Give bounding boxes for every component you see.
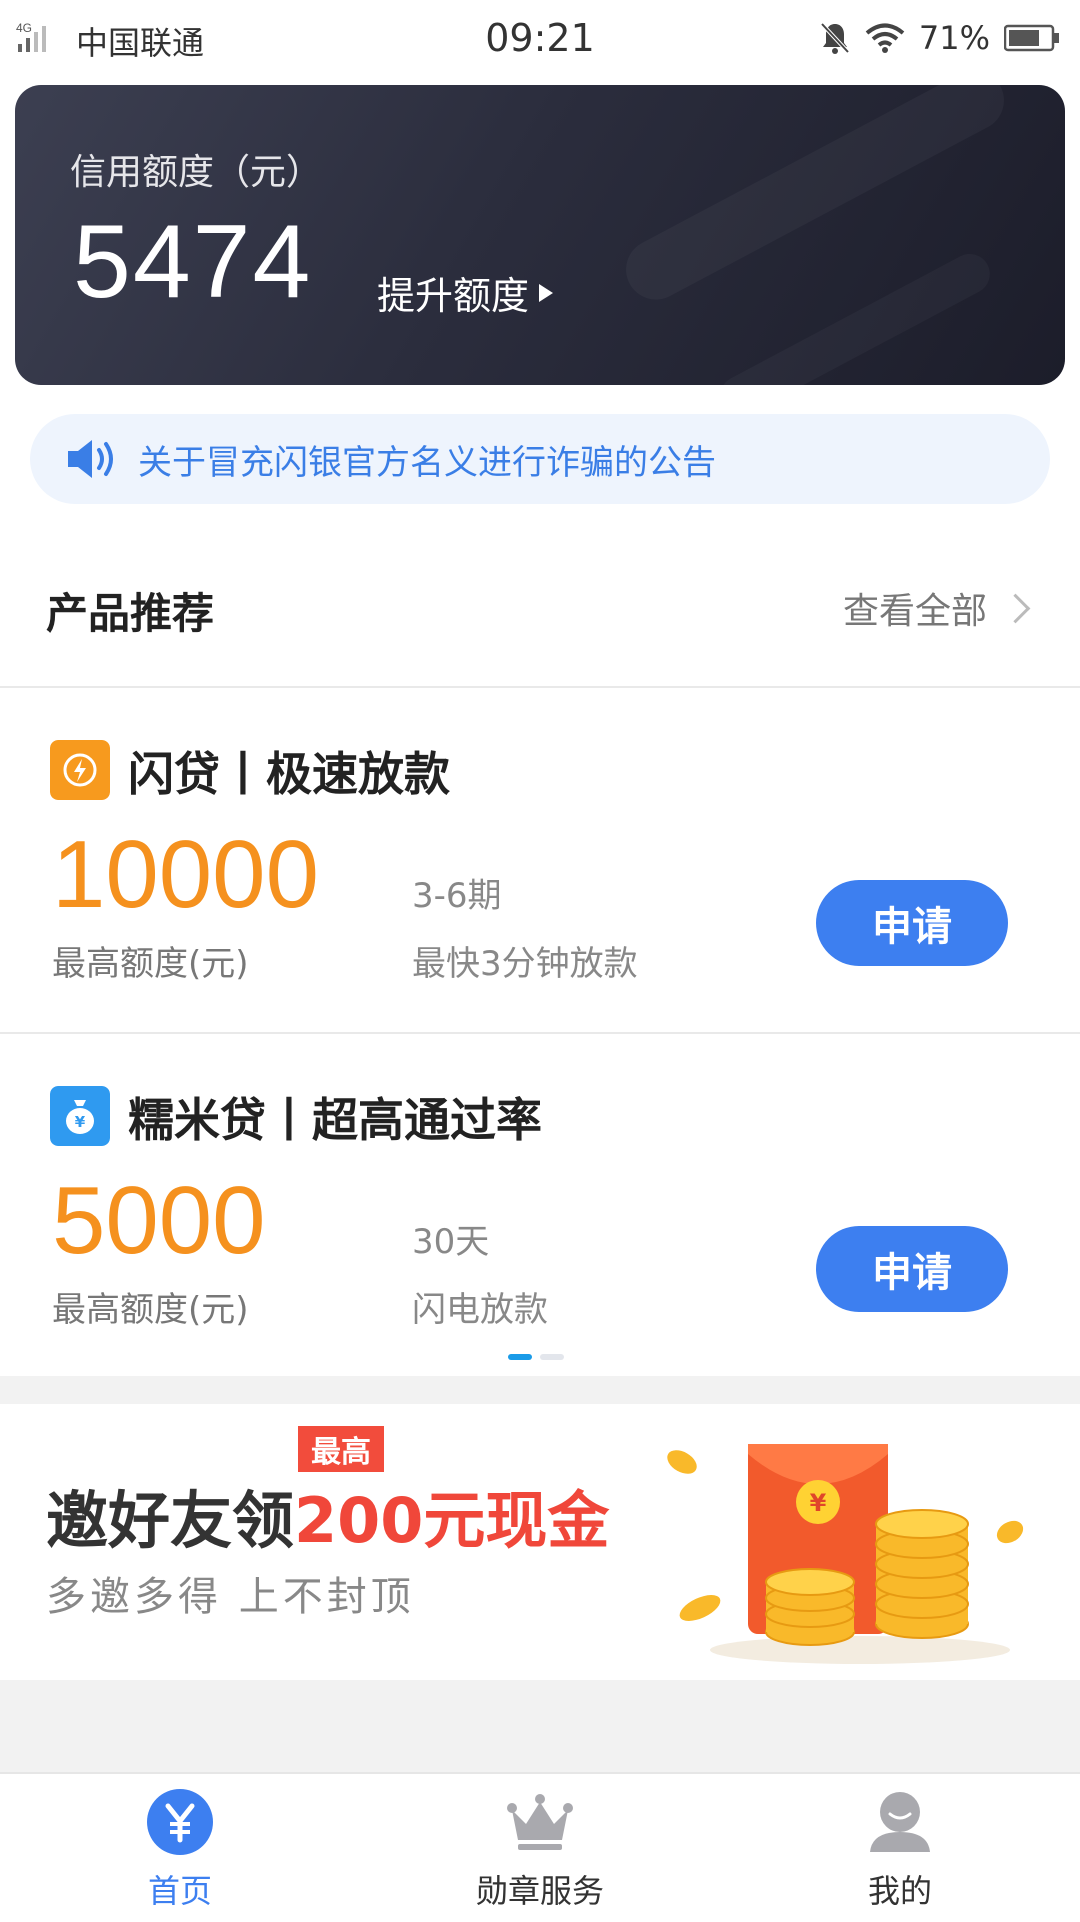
- banner-title: 邀好友领200元现金: [46, 1470, 609, 1560]
- credit-limit-label: 信用额度（元）: [70, 152, 323, 193]
- product-description: 最快3分钟放款: [412, 944, 638, 984]
- user-profile-icon: [870, 1792, 930, 1852]
- product-amount-label: 最高额度(元): [52, 944, 249, 984]
- nav-label-home: 首页: [147, 1872, 212, 1910]
- status-bar: 4G 中国联通 09:21 71%: [0, 0, 1080, 78]
- wifi-icon: [865, 23, 905, 53]
- apply-button[interactable]: 申请: [816, 880, 1008, 966]
- product-amount-label: 最高额度(元): [52, 1290, 249, 1330]
- banner-title-red: 200元现金: [294, 1484, 610, 1557]
- speaker-icon: [68, 440, 113, 478]
- product-card-nuomidai[interactable]: ¥ 糯米贷丨超高通过率 5000 最高额度(元) 30天 闪电放款 申请: [0, 1034, 1080, 1378]
- carousel-pagination: [508, 1354, 564, 1360]
- svg-text:¥: ¥: [75, 1113, 86, 1131]
- product-max-amount: 10000: [52, 821, 319, 928]
- announcement-text: 关于冒充闪银官方名义进行诈骗的公告: [138, 442, 716, 483]
- product-card-shandai[interactable]: 闪贷丨极速放款 10000 最高额度(元) 3-6期 最快3分钟放款 申请: [0, 688, 1080, 1034]
- nav-tab-home[interactable]: 首页: [80, 1774, 280, 1922]
- banner-title-dark: 邀好友领: [46, 1484, 295, 1557]
- apply-button[interactable]: 申请: [816, 1226, 1008, 1312]
- svg-text:¥: ¥: [810, 1489, 827, 1517]
- product-description: 闪电放款: [412, 1290, 548, 1330]
- section-title: 产品推荐: [46, 589, 215, 638]
- yen-coin-icon: [147, 1789, 213, 1855]
- product-term: 30天: [412, 1222, 490, 1262]
- nav-tab-mine[interactable]: 我的: [800, 1774, 1000, 1922]
- see-all-link[interactable]: 查看全部: [843, 582, 1034, 634]
- banner-subtitle: 多邀多得 上不封顶: [46, 1574, 415, 1620]
- see-all-label: 查看全部: [842, 591, 987, 632]
- invite-banner[interactable]: 最高 邀好友领200元现金 多邀多得 上不封顶 ¥: [0, 1404, 1080, 1680]
- credit-limit-card: 信用额度（元） 5474 提升额度: [15, 85, 1065, 385]
- red-envelope-coins-icon: ¥: [667, 1444, 1024, 1664]
- bottom-navigation: 首页 勋章服务 我的: [0, 1772, 1080, 1922]
- nav-label-medal: 勋章服务: [475, 1872, 604, 1910]
- product-section-header: 产品推荐 查看全部: [0, 560, 1080, 688]
- announcement-bar[interactable]: 关于冒充闪银官方名义进行诈骗的公告: [30, 414, 1050, 504]
- battery-percent: 71%: [918, 19, 990, 57]
- product-max-amount: 5000: [52, 1167, 266, 1274]
- product-title: 糯米贷丨超高通过率: [128, 1093, 542, 1147]
- page-dot-active: [508, 1354, 532, 1360]
- lightning-logo-icon: [50, 740, 110, 800]
- credit-limit-amount: 5474: [73, 204, 313, 320]
- nav-label-mine: 我的: [867, 1872, 932, 1910]
- product-term: 3-6期: [412, 876, 502, 916]
- battery-icon: [1004, 24, 1059, 52]
- crown-icon: [507, 1794, 573, 1850]
- page-dot: [540, 1354, 564, 1360]
- nav-tab-medal[interactable]: 勋章服务: [440, 1774, 640, 1922]
- play-arrow-icon: [539, 283, 554, 302]
- money-bag-logo-icon: ¥: [50, 1086, 110, 1146]
- product-title: 闪贷丨极速放款: [128, 747, 450, 801]
- mute-bell-icon: [820, 22, 850, 54]
- banner-tag: 最高: [298, 1426, 384, 1472]
- chevron-right-icon: [1000, 593, 1031, 623]
- raise-limit-link[interactable]: 提升额度: [377, 265, 554, 320]
- raise-limit-label: 提升额度: [377, 274, 530, 318]
